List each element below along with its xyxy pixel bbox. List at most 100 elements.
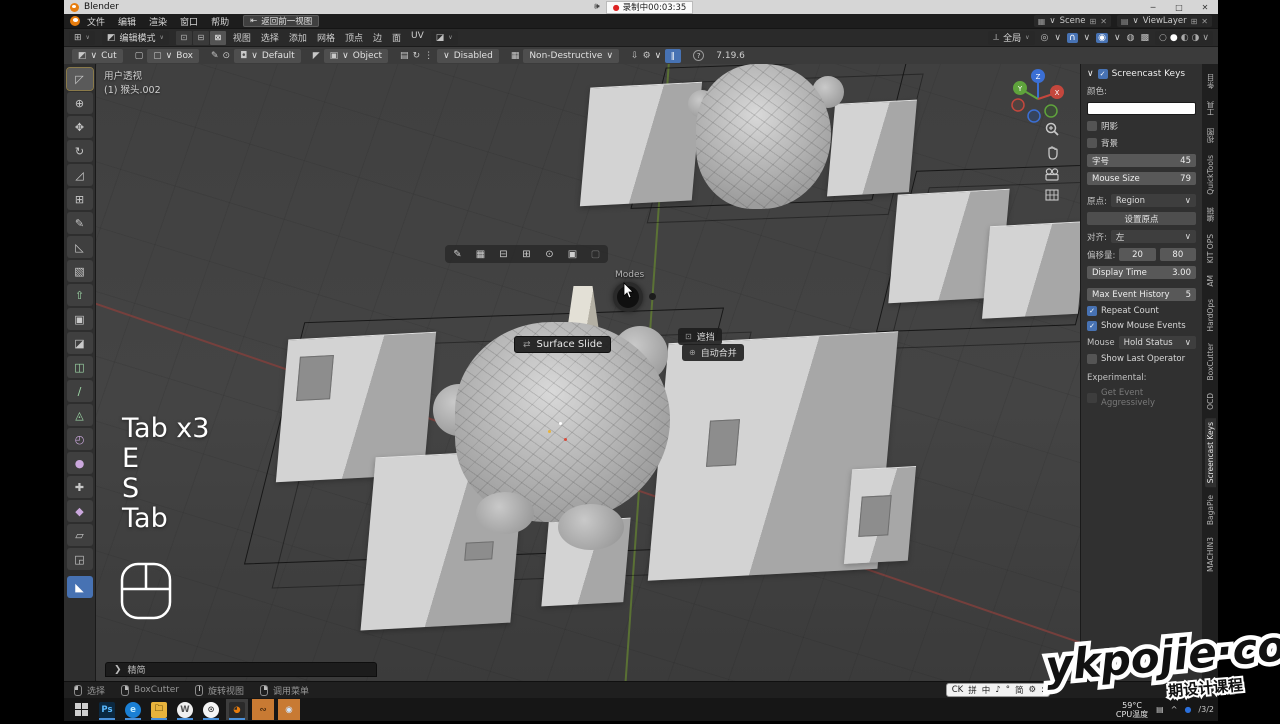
app-explorer[interactable]: 🗀 — [148, 699, 170, 720]
ime-item[interactable]: 中 — [982, 684, 991, 696]
spin-tool[interactable]: ◴ — [67, 428, 93, 450]
tab-boxcutter[interactable]: BoxCutter — [1205, 339, 1216, 385]
close-icon[interactable]: ✕ — [1100, 17, 1107, 26]
measure-tool[interactable]: ◺ — [67, 236, 93, 258]
grid-icon[interactable]: ▦ — [472, 247, 489, 261]
annotate-tool[interactable]: ✎ — [67, 212, 93, 234]
maximize-button[interactable]: □ — [1166, 3, 1192, 12]
tab-hardops[interactable]: HardOps — [1205, 295, 1216, 336]
topbar-menu[interactable]: 文件 — [87, 15, 105, 28]
mode-icon[interactable]: ▦ — [511, 51, 520, 61]
viewport-menu[interactable]: 面 — [392, 31, 401, 44]
show-mouse-events-checkbox[interactable]: ✓ — [1087, 321, 1097, 331]
clock-date-fragment[interactable]: /3/2 — [1198, 705, 1214, 714]
rendered-shading-icon[interactable]: ◑ — [1192, 33, 1200, 43]
origin-icon[interactable]: ⊙ — [223, 51, 231, 61]
mouse-size-slider[interactable]: Mouse Size79 — [1087, 172, 1196, 185]
tab-am[interactable]: AM — [1205, 271, 1216, 291]
start-button[interactable] — [70, 699, 92, 720]
scene-selector[interactable]: ▦∨ Scene ⊞ ✕ — [1034, 15, 1111, 27]
tab-bagapie[interactable]: BagaPie — [1205, 491, 1216, 529]
ime-item[interactable]: 拼 — [968, 684, 977, 696]
tab-machin3[interactable]: MACHIN3 — [1205, 533, 1216, 576]
app-orange-circle[interactable]: ◉ — [278, 699, 300, 720]
minimize-button[interactable]: ─ — [1140, 3, 1166, 12]
mirror-dropdown[interactable]: ∨Disabled — [437, 49, 499, 63]
shape-icon[interactable]: ▢ — [135, 51, 144, 61]
display-icon[interactable]: ▤ — [400, 51, 409, 61]
viewport-menu[interactable]: 添加 — [289, 31, 307, 44]
screencast-enable-checkbox[interactable]: ✓ — [1098, 69, 1108, 79]
face-select-button[interactable]: ⊠ — [210, 31, 226, 45]
edge-slide-tool[interactable]: ✚ — [67, 476, 93, 498]
extra-icon[interactable]: ▢ — [587, 247, 604, 261]
keyboard-tray-icon[interactable]: ▤ — [1156, 705, 1164, 714]
wireframe-shading-icon[interactable]: ○ — [1159, 33, 1167, 43]
eyedropper-icon[interactable]: ⊙ — [541, 247, 558, 261]
app-photoshop[interactable]: Ps — [96, 699, 118, 720]
shrink-fatten-tool[interactable]: ◆ — [67, 500, 93, 522]
rotate-tool[interactable]: ↻ — [67, 140, 93, 162]
loop-cut-tool[interactable]: ◫ — [67, 356, 93, 378]
draw-icon[interactable]: ✎ — [211, 51, 219, 61]
close-icon[interactable]: ✕ — [1201, 17, 1208, 26]
get-event-checkbox[interactable] — [1087, 393, 1097, 403]
app-blender[interactable]: ◕ — [226, 699, 248, 720]
app-w-circle[interactable]: W — [174, 699, 196, 720]
select-box-tool[interactable]: ◸ — [67, 68, 93, 90]
transform-orientation-dropdown[interactable]: ⟂全局∨ — [988, 31, 1034, 45]
color-swatch[interactable] — [1087, 102, 1196, 115]
snap-magnet-icon[interactable]: ∩ — [1067, 33, 1078, 43]
viewport-menu[interactable]: 网格 — [317, 31, 335, 44]
download-icon[interactable]: ⇩ — [631, 51, 639, 61]
topbar-menu[interactable]: 编辑 — [118, 15, 136, 28]
poly-build-tool[interactable]: ◬ — [67, 404, 93, 426]
automerge-toggle[interactable]: ⊕自动合并 — [682, 344, 744, 361]
rip-region-tool[interactable]: ◲ — [67, 548, 93, 570]
show-last-operator-checkbox[interactable] — [1087, 354, 1097, 364]
add-cube-tool[interactable]: ▧ — [67, 260, 93, 282]
xray-toggle-icon[interactable]: ▩ — [1140, 33, 1149, 43]
display-time-slider[interactable]: Display Time3.00 — [1087, 266, 1196, 279]
ime-item[interactable]: ♪ — [995, 685, 1000, 695]
zoom-icon[interactable] — [1045, 122, 1060, 137]
viewport-menu[interactable]: 顶点 — [345, 31, 363, 44]
blender-menu-logo-icon[interactable] — [70, 16, 80, 26]
3d-viewport[interactable]: 用户透视 (1) 猴头.002 ✎▦⊟⊞⊙▣▢ Modes ⇄ Surface … — [96, 64, 1080, 681]
align-dropdown[interactable]: 左∨ — [1111, 230, 1196, 243]
ime-item[interactable]: ⚙ — [1029, 685, 1037, 695]
smooth-tool[interactable]: ● — [67, 452, 93, 474]
scale-tool[interactable]: ◿ — [67, 164, 93, 186]
transform-tool[interactable]: ⊞ — [67, 188, 93, 210]
viewport-menu[interactable]: 边 — [373, 31, 382, 44]
collapse-chevron-icon[interactable]: ∨ — [1087, 69, 1094, 79]
solid-shading-icon[interactable]: ● — [1170, 33, 1178, 43]
app-orange-swirl[interactable]: ∾ — [252, 699, 274, 720]
repeat-count-checkbox[interactable]: ✓ — [1087, 306, 1097, 316]
occlude-toggle[interactable]: ⊡遮挡 — [678, 328, 722, 345]
tray-expand-icon[interactable]: ^ — [1171, 705, 1178, 714]
bevel-tool[interactable]: ◪ — [67, 332, 93, 354]
tab-quicktools[interactable]: QuickTools — [1205, 151, 1216, 199]
editor-type-button[interactable]: ⊞∨ — [69, 31, 95, 45]
viewport-menu[interactable]: UV — [411, 31, 424, 44]
back-to-previous-view-button[interactable]: ⇤ 返回前一视图 — [243, 15, 319, 27]
ime-item[interactable]: ° — [1006, 685, 1010, 695]
viewport-menu[interactable]: 选择 — [261, 31, 279, 44]
navigation-gizmo[interactable]: Z Y X — [1008, 66, 1068, 124]
viewlayer-selector[interactable]: ▤∨ ViewLayer ⊞ ✕ — [1117, 15, 1212, 27]
copy-icon[interactable]: ⊞ — [1090, 17, 1097, 26]
ime-item[interactable]: : — [1041, 685, 1044, 695]
extrude-region-tool[interactable]: ⇧ — [67, 284, 93, 306]
last-tool-dropdown[interactable]: ◪∨ — [431, 31, 458, 45]
tab-screencast-keys[interactable]: Screencast Keys — [1205, 418, 1216, 487]
tab-ocd[interactable]: OCD — [1205, 389, 1216, 414]
array-icon[interactable]: ⋮ — [424, 51, 433, 61]
mode-dropdown[interactable]: ◩编辑模式∨ — [102, 31, 169, 45]
offset-y-field[interactable]: 80 — [1160, 248, 1196, 261]
operator-panel-collapsed[interactable]: ❯ 精简 — [105, 662, 377, 677]
magnet-icon[interactable]: ⊟ — [495, 247, 512, 261]
help-button[interactable]: ? — [693, 50, 704, 61]
cursor-snap-icon[interactable]: ◤ — [313, 51, 320, 61]
shear-tool[interactable]: ▱ — [67, 524, 93, 546]
